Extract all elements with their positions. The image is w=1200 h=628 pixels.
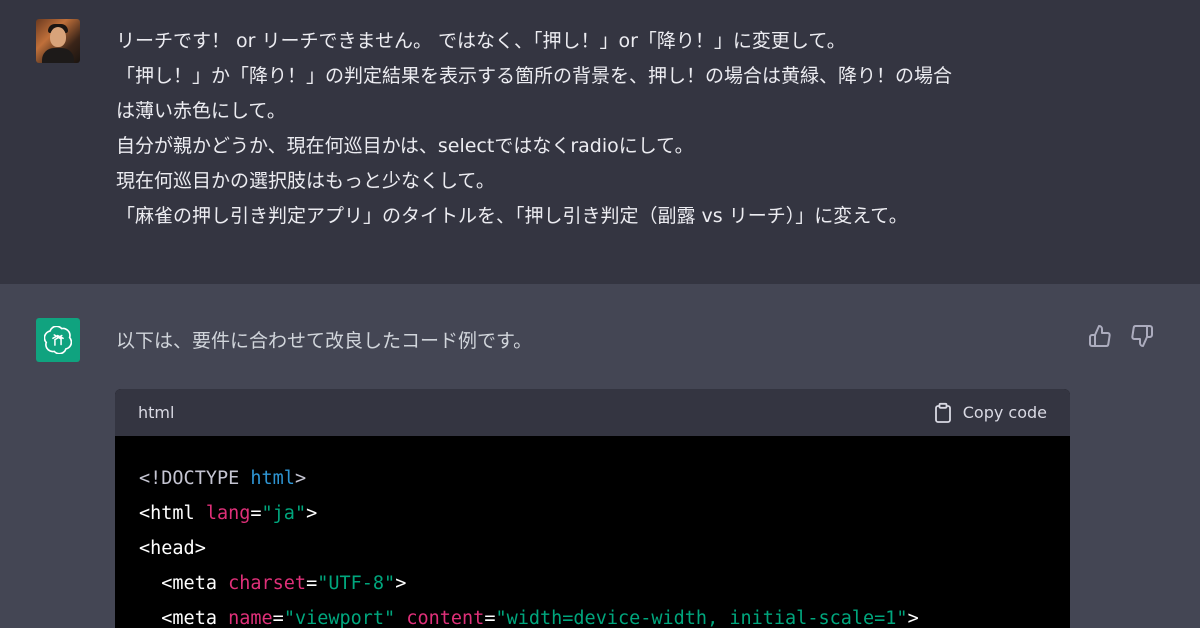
code-token: <meta [139, 573, 229, 594]
code-token: <!DOCTYPE [139, 468, 251, 489]
code-token: lang [205, 503, 251, 524]
user-message-line: リーチです！ or リーチできません。 ではなく、「押し！」or「降り！」に変更… [116, 30, 846, 52]
assistant-avatar [36, 318, 80, 362]
user-message-row: リーチです！ or リーチできません。 ではなく、「押し！」or「降り！」に変更… [0, 0, 1200, 284]
code-line: <head> [139, 531, 1046, 566]
openai-logo-icon [44, 326, 72, 354]
code-token: "UTF-8" [317, 573, 396, 594]
code-line: <meta charset="UTF-8"> [139, 566, 1046, 601]
clipboard-icon [934, 402, 951, 423]
code-token: name [228, 608, 273, 628]
code-token: charset [228, 573, 307, 594]
user-message-line: 自分が親かどうか、現在何巡目かは、selectではなくradioにして。 [116, 135, 694, 157]
code-token: = [484, 608, 496, 628]
code-body: <!DOCTYPE html> <html lang="ja"> <head> <m… [115, 436, 1070, 628]
avatar-face [50, 27, 66, 47]
code-token: <head> [139, 538, 206, 559]
code-line: <html lang="ja"> [139, 496, 1046, 531]
assistant-intro-text: 以下は、要件に合わせて改良したコード例です。 [116, 330, 533, 352]
code-token: <html [139, 503, 206, 524]
thumbs-down-button[interactable] [1128, 322, 1156, 350]
code-token: > [907, 608, 919, 628]
thumbs-up-button[interactable] [1086, 322, 1114, 350]
feedback-buttons [1086, 322, 1156, 350]
avatar-body [42, 48, 74, 63]
code-token: "ja" [261, 503, 307, 524]
code-block: html Copy code <!DOCTYPE html> <html lang… [115, 389, 1070, 628]
code-token: <meta [139, 608, 229, 628]
code-token: > [294, 468, 307, 489]
thumbs-down-icon [1131, 325, 1153, 347]
code-token: html [250, 468, 295, 489]
code-token: > [395, 573, 407, 594]
code-line: <!DOCTYPE html> [139, 461, 1046, 496]
code-token: = [306, 573, 318, 594]
code-language-label: html [138, 403, 175, 422]
user-message-line: 「押し！」か「降り！」の判定結果を表示する箇所の背景を、押し！の場合は黄緑、降り… [116, 65, 953, 87]
code-token: > [306, 503, 318, 524]
user-avatar [36, 19, 80, 63]
user-message-line: 「麻雀の押し引き判定アプリ」のタイトルを、「押し引き判定（副露 vs リーチ）」… [116, 205, 908, 227]
copy-code-label: Copy code [962, 403, 1047, 422]
thumbs-up-icon [1089, 325, 1111, 347]
code-token: "width=device-width, initial-scale=1" [495, 608, 908, 628]
code-token: = [272, 608, 284, 628]
code-line: <meta name="viewport" content="width=dev… [139, 601, 1046, 628]
code-token: = [250, 503, 262, 524]
code-token: content [406, 608, 485, 628]
code-token: "viewport" [283, 608, 396, 628]
user-message-text: リーチです！ or リーチできません。 ではなく、「押し！」or「降り！」に変更… [116, 24, 1076, 234]
user-message-line: 現在何巡目かの選択肢はもっと少なくして。 [116, 170, 495, 192]
copy-code-button[interactable]: Copy code [933, 402, 1047, 424]
code-block-header: html Copy code [115, 389, 1070, 436]
user-message-line: は薄い赤色にして。 [116, 100, 286, 122]
